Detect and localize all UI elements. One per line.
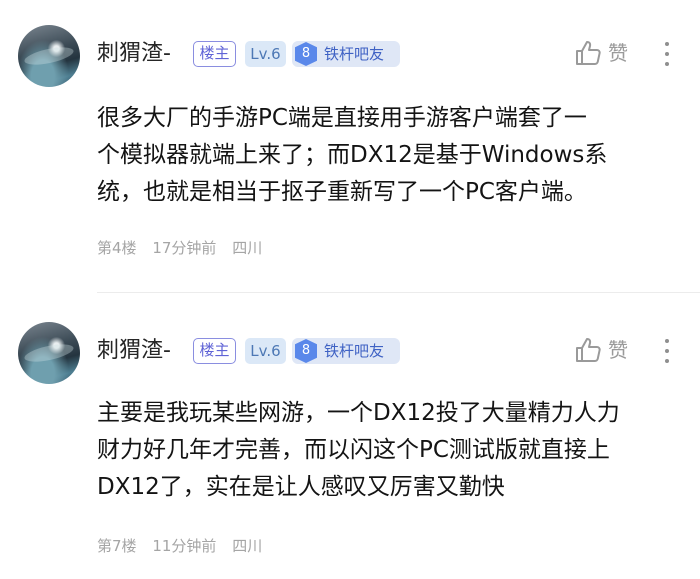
like-button[interactable]: 赞 xyxy=(574,335,644,365)
comment-text: 很多大厂的手游PC端是直接用手游客户端套了一 个模拟器就端上来了；而DX12是基… xyxy=(97,100,677,211)
owner-badge: 楼主 xyxy=(193,41,236,67)
post-location: 四川 xyxy=(232,239,263,257)
avatar[interactable] xyxy=(18,25,80,87)
comment-item: 刺猬渣- 楼主 Lv.6 8 铁杆吧友 赞 主要是我玩某些网游，一个DX12投了… xyxy=(0,293,700,579)
comment-line: 很多大厂的手游PC端是直接用手游客户端套了一 xyxy=(97,105,587,131)
more-vertical-icon[interactable] xyxy=(661,40,673,68)
like-label: 赞 xyxy=(608,338,628,362)
comment-line: DX12了，实在是让人感叹又厉害又勤快 xyxy=(97,474,505,500)
comment-line: 财力好几年才完善，而以闪这个PC测试版就直接上 xyxy=(97,437,610,463)
comment-text: 主要是我玩某些网游，一个DX12投了大量精力人力 财力好几年才完善，而以闪这个P… xyxy=(97,395,677,506)
comment-line: 统，也就是相当于抠子重新写了一个PC客户端。 xyxy=(97,179,587,205)
comment-item: 刺猬渣- 楼主 Lv.6 8 铁杆吧友 赞 很多大厂的手游PC端是直接用手游客户… xyxy=(0,0,700,292)
floor-number: 第4楼 xyxy=(97,239,137,257)
fan-level-icon: 8 xyxy=(295,339,317,363)
post-location: 四川 xyxy=(232,537,263,555)
more-vertical-icon[interactable] xyxy=(661,337,673,365)
like-button[interactable]: 赞 xyxy=(574,38,644,68)
floor-number: 第7楼 xyxy=(97,537,137,555)
avatar[interactable] xyxy=(18,322,80,384)
fan-badge: 8 铁杆吧友 xyxy=(292,338,400,364)
fan-badge: 8 铁杆吧友 xyxy=(292,41,400,67)
comment-meta: 第4楼 17分钟前 四川 xyxy=(97,238,273,258)
thumbs-up-icon xyxy=(576,41,601,65)
post-time: 11分钟前 xyxy=(152,537,217,555)
comment-line: 个模拟器就端上来了；而DX12是基于Windows系 xyxy=(97,142,608,168)
level-badge: Lv.6 xyxy=(245,338,286,364)
comment-meta: 第7楼 11分钟前 四川 xyxy=(97,536,273,556)
thumbs-up-icon xyxy=(576,338,601,362)
fan-badge-label: 铁杆吧友 xyxy=(324,342,385,360)
username[interactable]: 刺猬渣- xyxy=(97,338,171,364)
username[interactable]: 刺猬渣- xyxy=(97,41,171,67)
fan-badge-label: 铁杆吧友 xyxy=(324,45,385,63)
comment-line: 主要是我玩某些网游，一个DX12投了大量精力人力 xyxy=(97,400,620,426)
fan-level-icon: 8 xyxy=(295,42,317,66)
like-label: 赞 xyxy=(608,41,628,65)
post-time: 17分钟前 xyxy=(152,239,217,257)
owner-badge: 楼主 xyxy=(193,338,236,364)
level-badge: Lv.6 xyxy=(245,41,286,67)
